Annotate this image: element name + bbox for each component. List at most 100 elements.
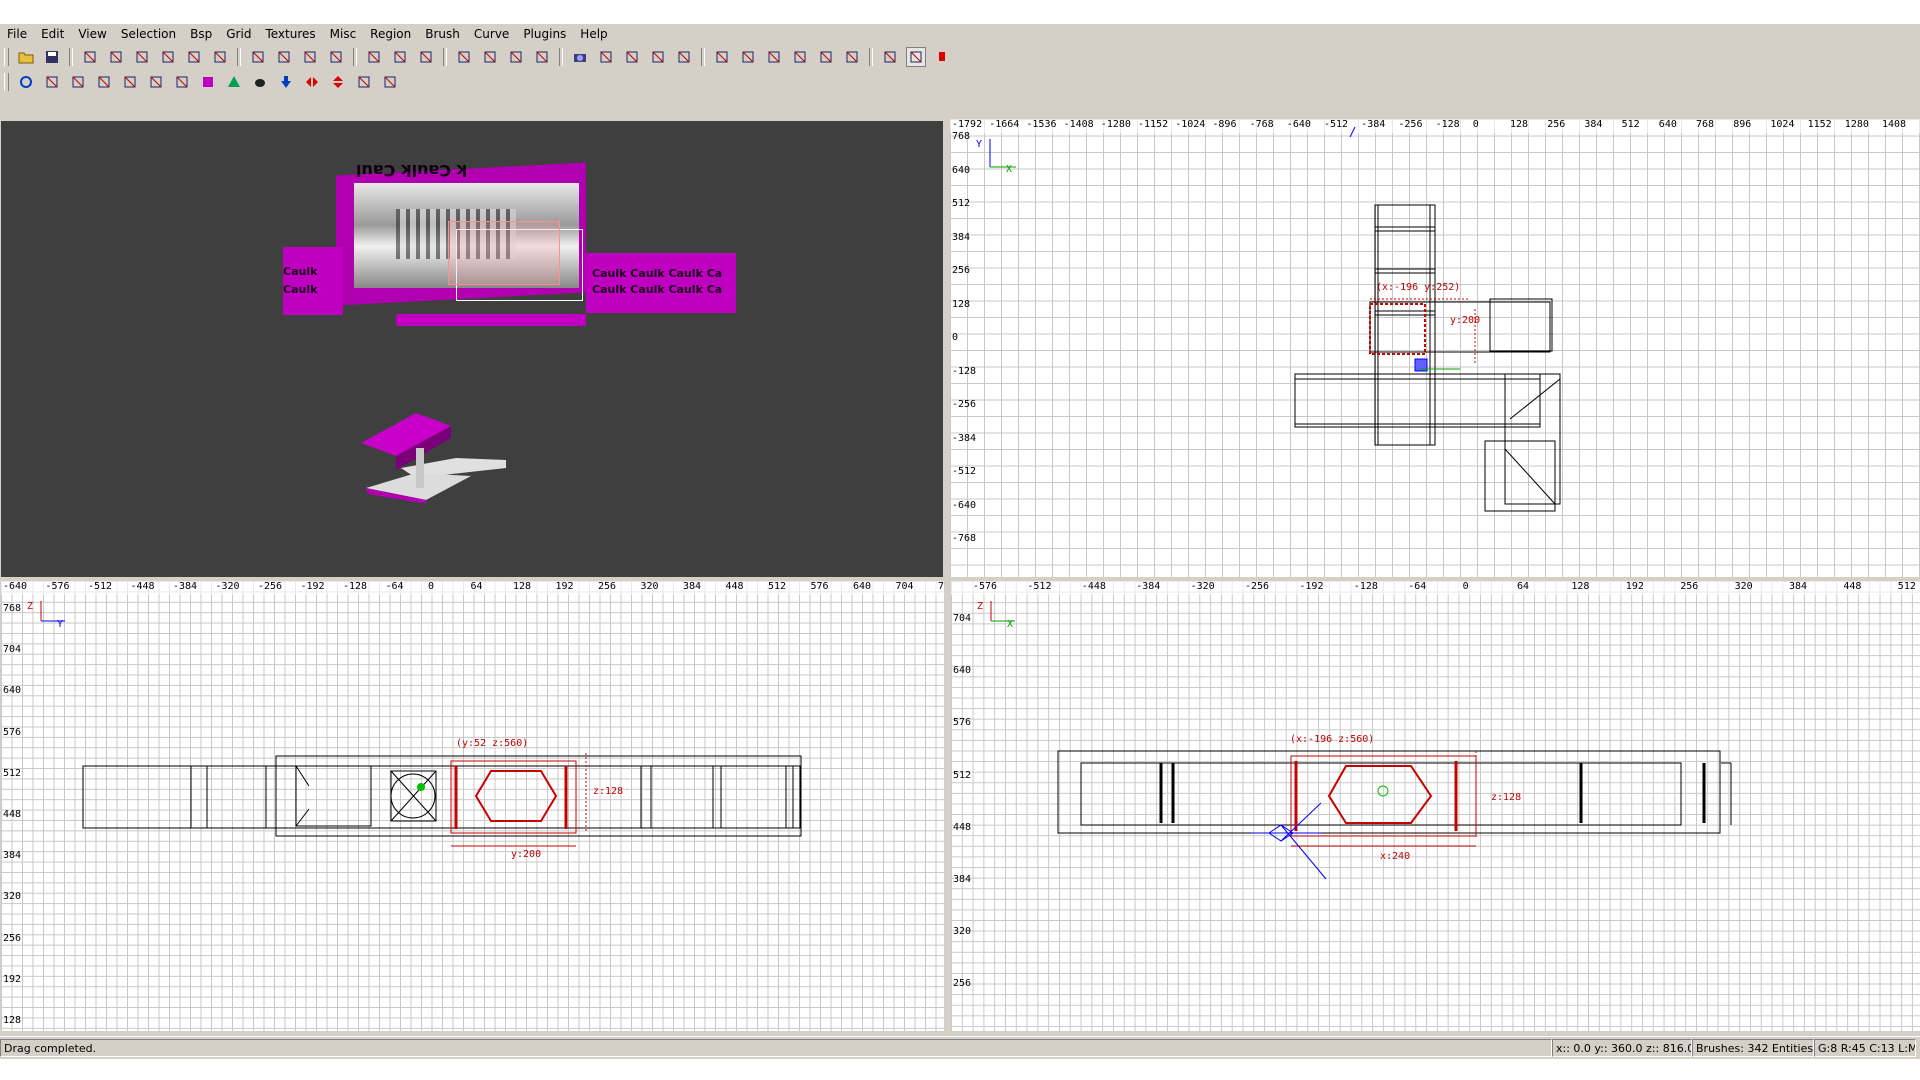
menu-misc[interactable]: Misc <box>323 24 364 44</box>
rotate-y-icon <box>160 49 176 65</box>
select-inside-icon <box>328 49 344 65</box>
flip-y-icon <box>134 49 150 65</box>
view-z-button[interactable] <box>674 47 694 67</box>
cylinder-button[interactable] <box>172 72 192 92</box>
patch-bend-button[interactable] <box>738 47 758 67</box>
rotate-icon <box>148 74 164 90</box>
refresh-button[interactable] <box>16 72 36 92</box>
front-geometry <box>990 601 1732 880</box>
select-partial-tall-button[interactable] <box>300 47 320 67</box>
camera-button[interactable] <box>570 47 590 67</box>
change-view-button[interactable] <box>480 47 500 67</box>
texture-shift-button[interactable] <box>68 72 88 92</box>
csg-merge-button[interactable] <box>390 47 410 67</box>
menu-region[interactable]: Region <box>363 24 418 44</box>
view-y-button[interactable] <box>648 47 668 67</box>
cursor-icon <box>382 74 398 90</box>
patch-drill-button[interactable] <box>842 47 862 67</box>
tree-icon <box>226 74 242 90</box>
front-dim-x: x:240 <box>1380 851 1411 862</box>
entity-button[interactable] <box>712 47 732 67</box>
cursor-button[interactable] <box>380 72 400 92</box>
menu-grid[interactable]: Grid <box>219 24 258 44</box>
rotate-button[interactable] <box>146 72 166 92</box>
flip-z-icon <box>186 49 202 65</box>
csg-merge-icon <box>392 49 408 65</box>
texture-lock-button[interactable] <box>506 47 526 67</box>
camera-caulk-left: Caulk Caulk <box>283 247 343 315</box>
open-button[interactable] <box>16 47 36 67</box>
status-counts: Brushes: 342 Entities: 1 <box>1692 1039 1814 1057</box>
menu-file[interactable]: File <box>0 24 34 44</box>
menu-help[interactable]: Help <box>573 24 614 44</box>
menu-edit[interactable]: Edit <box>34 24 71 44</box>
status-message: Drag completed. <box>0 1039 1552 1057</box>
flip-z-button[interactable] <box>184 47 204 67</box>
patch-weld-button[interactable] <box>816 47 836 67</box>
clipper-button[interactable] <box>454 47 474 67</box>
flip-y-button[interactable] <box>132 47 152 67</box>
front-xz-viewport[interactable]: -576 -512 -448 -384 -320 -256 -192 -128 -64 0 64 12… <box>951 581 1920 1031</box>
scale-icon <box>882 49 898 65</box>
select-touching-button[interactable] <box>274 47 294 67</box>
horizontal-splitter[interactable] <box>0 577 1920 581</box>
caulk-label-right: Caulk Caulk Caulk Ca <box>592 267 723 280</box>
texture-rotate-button[interactable] <box>120 72 140 92</box>
color-icon <box>200 74 216 90</box>
mirror-x-button[interactable] <box>302 72 322 92</box>
hollow-button[interactable] <box>416 47 436 67</box>
menu-view[interactable]: View <box>71 24 113 44</box>
cubic-clip-button[interactable] <box>532 47 552 67</box>
rotate-x-button[interactable] <box>106 47 126 67</box>
arrow-down-icon <box>278 74 294 90</box>
side-dim-y: y:200 <box>511 849 542 860</box>
tree-button[interactable] <box>224 72 244 92</box>
entity-icon <box>714 49 730 65</box>
select-touching-icon <box>276 49 292 65</box>
patch-cap-button[interactable] <box>764 47 784 67</box>
frame-icon <box>356 74 372 90</box>
patch-bend-icon <box>740 49 756 65</box>
menu-textures[interactable]: Textures <box>258 24 322 44</box>
side-yz-viewport[interactable]: -640 -576 -512 -448 -384 -320 -256 -192 -128 -64 0… <box>1 581 947 1031</box>
save-icon <box>44 49 60 65</box>
texture-fit-button[interactable] <box>42 72 62 92</box>
camera-viewport[interactable]: k Caulk Caul Caulk Caulk Caulk Caulk Cau… <box>1 121 943 577</box>
texture-lock-icon <box>508 49 524 65</box>
menu-bar: File Edit View Selection Bsp Grid Textures Misc… <box>0 24 1920 44</box>
menu-bsp[interactable]: Bsp <box>183 24 219 44</box>
flip-x-button[interactable] <box>80 47 100 67</box>
mirror-y-button[interactable] <box>328 72 348 92</box>
rotate-y-button[interactable] <box>158 47 178 67</box>
patch-thicken-button[interactable] <box>790 47 810 67</box>
drag-vertices-button[interactable] <box>906 47 926 67</box>
cylinder-icon <box>174 74 190 90</box>
view-top-button[interactable] <box>596 47 616 67</box>
csg-subtract-button[interactable] <box>364 47 384 67</box>
vertical-splitter[interactable] <box>944 119 950 1031</box>
caulk-label-left-2: Caulk <box>283 283 318 296</box>
texture-fit-icon <box>44 74 60 90</box>
menu-curve[interactable]: Curve <box>467 24 516 44</box>
menu-selection[interactable]: Selection <box>114 24 183 44</box>
radiant-window: File Edit View Selection Bsp Grid Textures Misc… <box>0 24 1920 1059</box>
menu-plugins[interactable]: Plugins <box>516 24 573 44</box>
mirror-x-icon <box>304 74 320 90</box>
bug-button[interactable] <box>250 72 270 92</box>
scale-button[interactable] <box>880 47 900 67</box>
csg-subtract-icon <box>366 49 382 65</box>
rotate-z-button[interactable] <box>210 47 230 67</box>
color-button[interactable] <box>198 72 218 92</box>
light-button[interactable] <box>932 47 952 67</box>
save-button[interactable] <box>42 47 62 67</box>
menu-brush[interactable]: Brush <box>418 24 467 44</box>
top-geometry <box>989 126 1561 512</box>
frame-button[interactable] <box>354 72 374 92</box>
view-x-button[interactable] <box>622 47 642 67</box>
top-xy-viewport[interactable]: -1792 -1664 -1536 -1408 -1280 -1152 -1024 -896-… <box>950 119 1920 577</box>
arrow-down-button[interactable] <box>276 72 296 92</box>
select-inside-button[interactable] <box>326 47 346 67</box>
front-dim-z: z:128 <box>1491 792 1522 803</box>
texture-scale-button[interactable] <box>94 72 114 92</box>
select-complete-tall-button[interactable] <box>248 47 268 67</box>
